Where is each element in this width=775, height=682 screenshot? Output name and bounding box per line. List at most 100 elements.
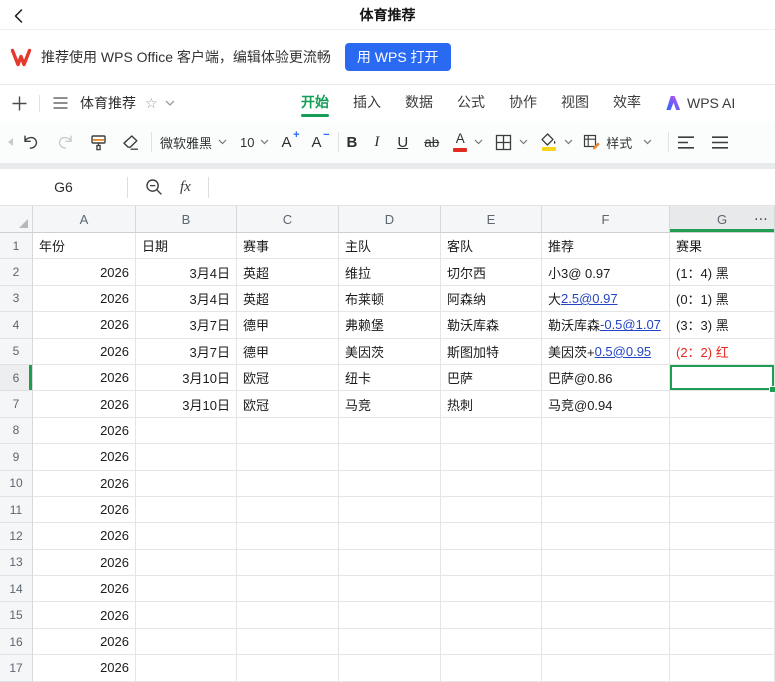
cell-A14[interactable]: 2026 <box>33 576 136 603</box>
row-header-2[interactable]: 2 <box>0 259 33 286</box>
hamburger-menu-icon[interactable] <box>49 92 71 114</box>
cell-E8[interactable] <box>441 417 542 445</box>
cell-E9[interactable] <box>441 444 542 471</box>
cell-A11[interactable]: 2026 <box>33 496 136 524</box>
cell-A17[interactable]: 2026 <box>33 655 136 682</box>
cell-C10[interactable] <box>237 470 339 497</box>
cell-E3[interactable]: 阿森纳 <box>441 285 542 313</box>
tab-view[interactable]: 视图 <box>561 85 589 121</box>
wps-ai-button[interactable]: WPS AI <box>665 95 735 111</box>
cell-G15[interactable] <box>670 602 775 629</box>
cell-F13[interactable] <box>542 549 670 577</box>
cell-G12[interactable] <box>670 523 775 550</box>
eraser-icon[interactable] <box>121 134 141 151</box>
row-header-6[interactable]: 6 <box>0 364 33 392</box>
cell-B7[interactable]: 3月10日 <box>136 391 237 418</box>
cell-B8[interactable] <box>136 417 237 445</box>
hyperlink-text[interactable]: 0.5@0.95 <box>595 344 652 359</box>
cell-A3[interactable]: 2026 <box>33 285 136 313</box>
cell-G10[interactable] <box>670 470 775 497</box>
cell-F3[interactable]: 大 2.5@0.97 <box>542 285 670 313</box>
font-color-chevron-icon[interactable] <box>474 139 483 145</box>
cell-A16[interactable]: 2026 <box>33 628 136 656</box>
hyperlink-text[interactable]: 2.5@0.97 <box>561 291 618 306</box>
cell-C16[interactable] <box>237 628 339 656</box>
cell-G8[interactable] <box>670 417 775 445</box>
column-header-C[interactable]: C <box>237 206 339 233</box>
cell-A9[interactable]: 2026 <box>33 444 136 471</box>
column-header-G[interactable]: G ⋯ <box>670 206 775 233</box>
column-header-E[interactable]: E <box>441 206 542 233</box>
column-header-B[interactable]: B <box>136 206 237 233</box>
strikethrough-button[interactable]: ab <box>424 135 439 150</box>
cell-D6[interactable]: 纽卡 <box>339 364 441 392</box>
cell-D4[interactable]: 弗赖堡 <box>339 312 441 339</box>
underline-button[interactable]: U <box>397 134 408 151</box>
cell-C2[interactable]: 英超 <box>237 259 339 286</box>
zoom-out-icon[interactable] <box>145 178 163 196</box>
doc-title-chevron-down-icon[interactable] <box>165 100 175 106</box>
cell-D5[interactable]: 美因茨 <box>339 338 441 365</box>
cell-F2[interactable]: 小3@ 0.97 <box>542 259 670 286</box>
row-header-11[interactable]: 11 <box>0 496 33 524</box>
cell-D15[interactable] <box>339 602 441 629</box>
cell-C3[interactable]: 英超 <box>237 285 339 313</box>
cell-B14[interactable] <box>136 576 237 603</box>
cell-C12[interactable] <box>237 523 339 550</box>
row-header-16[interactable]: 16 <box>0 628 33 656</box>
borders-chevron-icon[interactable] <box>519 139 528 145</box>
cell-C14[interactable] <box>237 576 339 603</box>
cell-A1[interactable]: 年份 <box>33 233 136 260</box>
cell-E5[interactable]: 斯图加特 <box>441 338 542 365</box>
cell-D2[interactable]: 维拉 <box>339 259 441 286</box>
new-plus-button[interactable] <box>8 92 30 114</box>
row-header-14[interactable]: 14 <box>0 576 33 603</box>
cell-F8[interactable] <box>542 417 670 445</box>
cell-A4[interactable]: 2026 <box>33 312 136 339</box>
cell-A6[interactable]: 2026 <box>33 364 136 392</box>
cell-G17[interactable] <box>670 655 775 682</box>
cell-E13[interactable] <box>441 549 542 577</box>
cell-D8[interactable] <box>339 417 441 445</box>
hyperlink-text[interactable]: -0.5@1.07 <box>600 317 661 332</box>
cell-style-button[interactable]: 样式 <box>583 133 652 152</box>
cell-A5[interactable]: 2026 <box>33 338 136 365</box>
column-header-F[interactable]: F <box>542 206 670 233</box>
cell-G6[interactable] <box>670 364 775 394</box>
cell-E16[interactable] <box>441 628 542 656</box>
cell-B3[interactable]: 3月4日 <box>136 285 237 313</box>
cell-B1[interactable]: 日期 <box>136 233 237 260</box>
cell-C9[interactable] <box>237 444 339 471</box>
cell-E7[interactable]: 热刺 <box>441 391 542 418</box>
cell-A13[interactable]: 2026 <box>33 549 136 577</box>
cell-G16[interactable] <box>670 628 775 656</box>
cell-F11[interactable] <box>542 496 670 524</box>
tab-data[interactable]: 数据 <box>405 85 433 121</box>
tab-efficiency[interactable]: 效率 <box>613 85 641 121</box>
cell-B12[interactable] <box>136 523 237 550</box>
cell-C15[interactable] <box>237 602 339 629</box>
favorite-star-icon[interactable]: ☆ <box>145 95 158 112</box>
cell-B10[interactable] <box>136 470 237 497</box>
row-header-7[interactable]: 7 <box>0 391 33 418</box>
cell-F14[interactable] <box>542 576 670 603</box>
more-columns-button[interactable]: ⋯ <box>754 211 769 228</box>
cell-B17[interactable] <box>136 655 237 682</box>
italic-button[interactable]: I <box>374 134 379 151</box>
cell-D11[interactable] <box>339 496 441 524</box>
row-header-15[interactable]: 15 <box>0 602 33 629</box>
cell-G9[interactable] <box>670 444 775 471</box>
cell-D10[interactable] <box>339 470 441 497</box>
cell-E10[interactable] <box>441 470 542 497</box>
cell-D17[interactable] <box>339 655 441 682</box>
cell-C8[interactable] <box>237 417 339 445</box>
back-button[interactable] <box>8 5 30 27</box>
cell-F4[interactable]: 勒沃库森 -0.5@1.07 <box>542 312 670 339</box>
insert-function-button[interactable]: fx <box>180 179 191 196</box>
cell-B5[interactable]: 3月7日 <box>136 338 237 365</box>
row-header-17[interactable]: 17 <box>0 655 33 682</box>
row-header-12[interactable]: 12 <box>0 523 33 550</box>
cell-C6[interactable]: 欧冠 <box>237 364 339 392</box>
row-header-10[interactable]: 10 <box>0 470 33 497</box>
fill-color-chevron-icon[interactable] <box>564 139 573 145</box>
